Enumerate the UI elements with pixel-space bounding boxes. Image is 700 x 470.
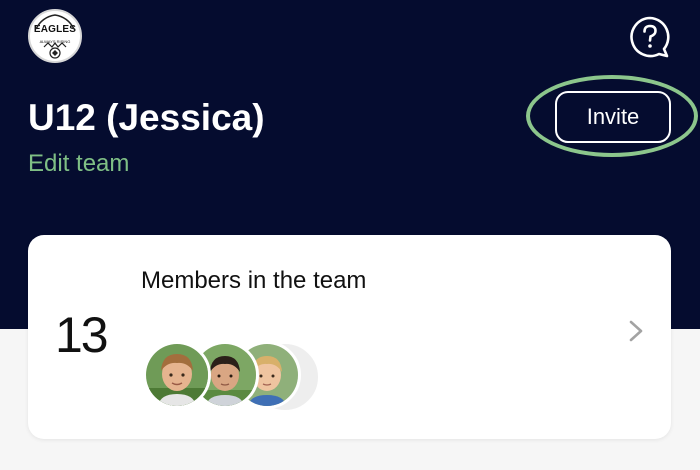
member-avatar	[143, 341, 211, 409]
member-count: 13	[55, 307, 109, 363]
members-card-title: Members in the team	[141, 267, 367, 294]
edit-team-link[interactable]: Edit team	[28, 150, 129, 178]
help-bubble-icon[interactable]	[628, 15, 672, 59]
members-card[interactable]: 13 Members in the team	[28, 235, 671, 439]
logo-emblem-icon	[35, 14, 75, 59]
invite-button[interactable]: Invite	[555, 91, 671, 143]
team-logo: EAGLES ALWAYS RISING	[28, 9, 82, 63]
member-photo-1	[146, 344, 208, 406]
member-avatars: ···	[143, 341, 323, 417]
chevron-right-icon	[629, 320, 643, 342]
team-name-title: U12 (Jessica)	[28, 97, 265, 138]
